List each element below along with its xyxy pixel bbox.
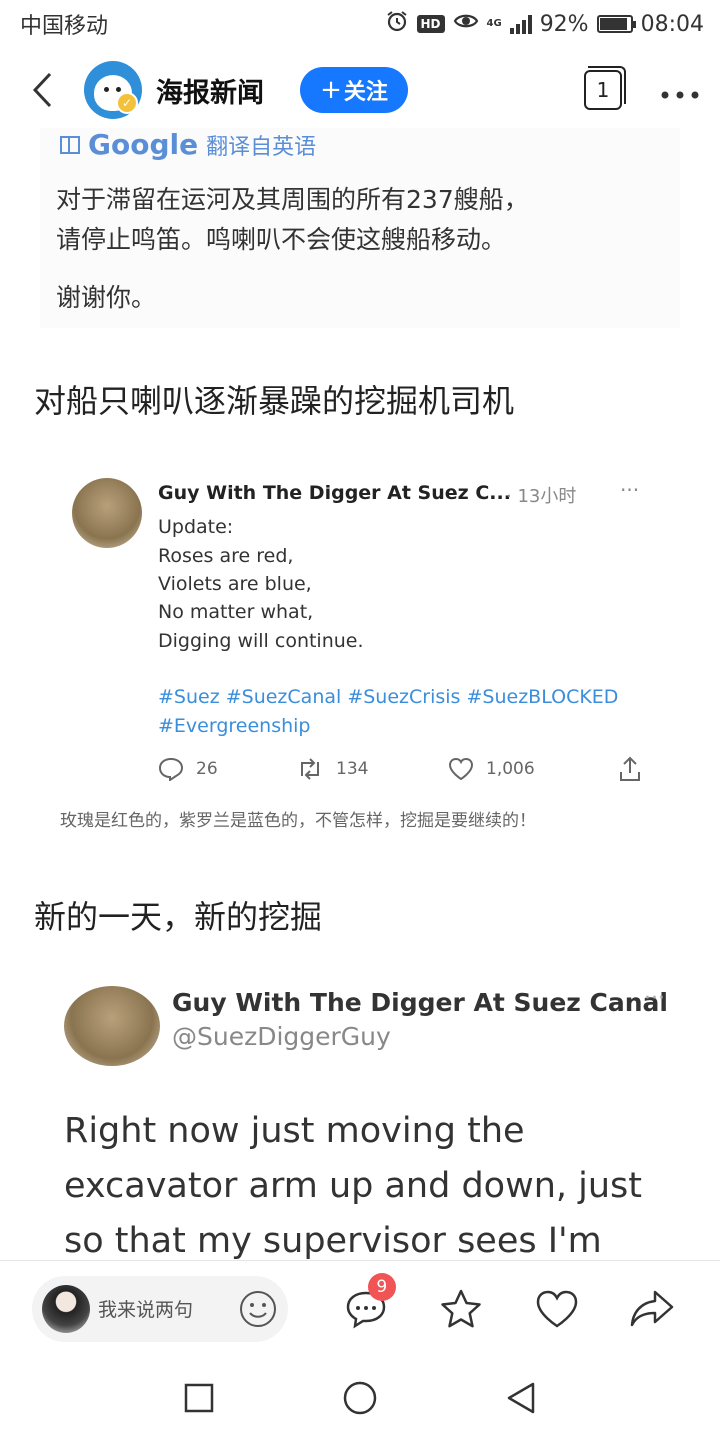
google-wordmark: Google xyxy=(88,128,199,161)
comment-input[interactable]: 我来说两句 xyxy=(32,1275,288,1342)
translated-line: 对于滞留在运河及其周围的所有237艘船， xyxy=(56,185,529,214)
image-caption: 对船只喇叭逐渐暴躁的挖掘机司机 xyxy=(34,382,515,420)
article-header: ✓ 海报新闻 + 关注 1 xyxy=(0,52,720,128)
tab-count: 1 xyxy=(596,78,610,102)
status-bar: 中国移动 HD 4G 92% 08:04 xyxy=(0,0,720,48)
tweet-retweets: 134 xyxy=(296,758,448,780)
favorite-button[interactable] xyxy=(437,1285,485,1333)
bottom-action-bar: 我来说两句 9 xyxy=(0,1260,720,1356)
tweet-line: Digging will continue. xyxy=(158,630,364,652)
image-caption: 新的一天，新的挖掘 xyxy=(34,898,323,936)
like-button[interactable] xyxy=(533,1285,581,1333)
tweet-likes: 1,006 xyxy=(448,757,618,781)
comment-placeholder: 我来说两句 xyxy=(98,1299,194,1321)
emoji-icon[interactable] xyxy=(238,1289,278,1329)
tweet-body: Right now just moving the excavator arm … xyxy=(64,1111,643,1260)
translated-text: 对于滞留在运河及其周围的所有237艘船， 请停止鸣笛。鸣喇叭不会使这艘船移动。 xyxy=(56,180,529,260)
triangle-back-icon[interactable] xyxy=(505,1381,537,1415)
account-name[interactable]: 海报新闻 xyxy=(156,71,264,110)
tweet-screenshot: Guy With The Digger At Suez C... · 13小时 … xyxy=(60,458,680,838)
tweet-avatar xyxy=(64,986,160,1066)
share-icon xyxy=(620,756,640,781)
tweet-author-name: Guy With The Digger At Suez Canal xyxy=(172,988,668,1017)
translate-grid-icon xyxy=(60,135,80,154)
tweet-author-name: Guy With The Digger At Suez C... xyxy=(158,482,511,504)
user-avatar xyxy=(42,1284,90,1333)
tweet-hashtags: #Suez #SuezCanal #SuezCrisis #SuezBLOCKE… xyxy=(158,686,619,708)
square-icon[interactable] xyxy=(183,1382,215,1414)
tweet-translation: 玫瑰是红色的，紫罗兰是蓝色的，不管怎样，挖掘是要继续的！ xyxy=(60,811,536,831)
reply-count: 26 xyxy=(196,759,218,779)
google-translate-label: Google 翻译自英语 xyxy=(60,128,316,161)
tweet-line: No matter what, xyxy=(158,601,314,623)
translated-thanks: 谢谢你。 xyxy=(56,283,157,312)
tweet-time: · 13小时 xyxy=(506,486,577,507)
follow-button[interactable]: + 关注 xyxy=(300,67,408,113)
tweet-more-icon: ··· xyxy=(620,478,640,502)
retweet-icon xyxy=(301,758,319,780)
tweet-handle: @SuezDiggerGuy xyxy=(172,1022,391,1051)
action-icons: 9 xyxy=(288,1272,700,1333)
tab-count-button[interactable]: 1 xyxy=(584,66,626,110)
translation-screenshot: Google 翻译自英语 对于滞留在运河及其周围的所有237艘船， 请停止鸣笛。… xyxy=(40,128,680,328)
tweet-hashtags: #Evergreenship xyxy=(158,715,311,737)
tweet-line: Roses are red, xyxy=(158,545,294,567)
system-nav-bar xyxy=(0,1356,720,1440)
carrier-label: 中国移动 xyxy=(20,14,109,39)
clock: 08:04 xyxy=(640,11,704,37)
tweet-actions: 26 134 1,006 xyxy=(158,756,648,782)
more-dots-icon xyxy=(661,91,699,98)
tweet-more-icon: ··· xyxy=(644,986,665,1011)
follow-label: 关注 xyxy=(343,80,388,105)
tweet-avatar xyxy=(72,478,142,548)
comments-button[interactable]: 9 xyxy=(342,1272,396,1333)
tweet-line: Violets are blue, xyxy=(158,573,312,595)
hd-badge: HD xyxy=(416,15,445,33)
reply-icon xyxy=(158,757,184,781)
network-type: 4G xyxy=(486,18,502,29)
alarm-icon xyxy=(385,9,409,39)
verified-badge-icon: ✓ xyxy=(116,92,138,114)
retweet-count: 134 xyxy=(336,759,369,779)
battery-icon xyxy=(596,15,636,33)
more-menu-button[interactable] xyxy=(660,73,700,108)
share-arrow-icon xyxy=(631,1290,674,1326)
share-button[interactable] xyxy=(628,1285,676,1333)
tweet-replies: 26 xyxy=(158,757,296,781)
translate-label: 翻译自英语 xyxy=(206,134,317,160)
battery-percent: 92% xyxy=(539,11,589,37)
battery-fill xyxy=(599,18,628,30)
plus-icon: + xyxy=(320,75,342,105)
translated-line: 请停止鸣笛。鸣喇叭不会使这艘船移动。 xyxy=(56,225,507,254)
tweet-line: Update: xyxy=(158,516,234,538)
circle-icon[interactable] xyxy=(342,1380,378,1416)
tweet-screenshot: Guy With The Digger At Suez Canal @SuezD… xyxy=(40,986,680,1260)
eye-comfort-icon xyxy=(453,11,479,37)
heart-icon xyxy=(448,757,474,781)
back-button[interactable] xyxy=(20,68,64,112)
like-count: 1,006 xyxy=(486,759,535,779)
status-icons: HD 4G 92% 08:04 xyxy=(385,9,704,39)
star-icon xyxy=(441,1289,481,1327)
signal-icon xyxy=(509,14,532,34)
comment-count-badge: 9 xyxy=(367,1272,396,1301)
heart-icon xyxy=(536,1290,578,1327)
chevron-left-icon xyxy=(32,72,52,108)
article-content[interactable]: Google 翻译自英语 对于滞留在运河及其周围的所有237艘船， 请停止鸣笛。… xyxy=(0,128,720,1260)
